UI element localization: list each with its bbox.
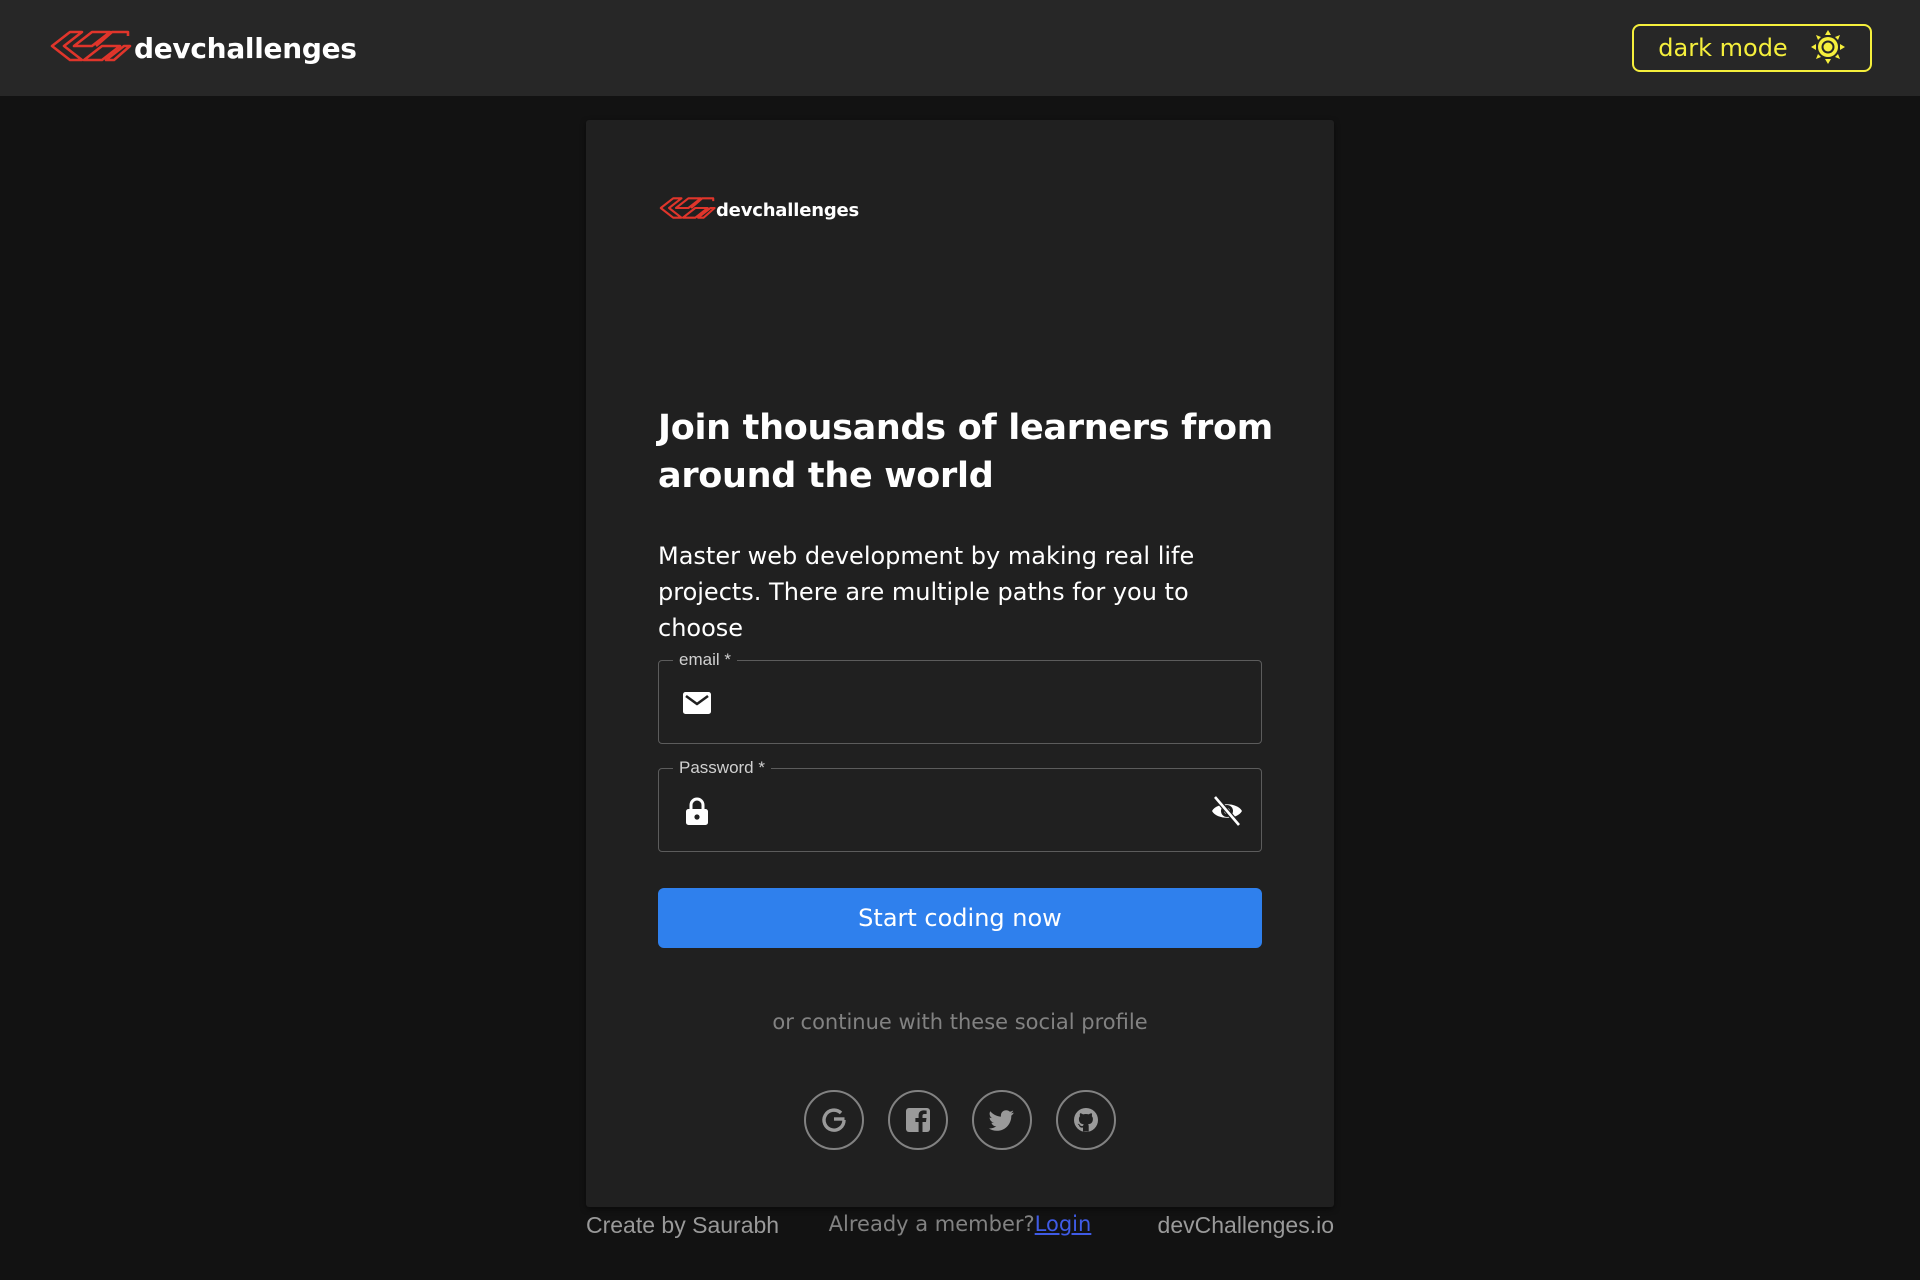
email-input[interactable] — [727, 681, 1187, 725]
social-login-group — [804, 1090, 1116, 1150]
social-caption: or continue with these social profile — [772, 1010, 1148, 1034]
start-coding-button[interactable]: Start coding now — [658, 888, 1262, 948]
dark-mode-label: dark mode — [1658, 34, 1788, 62]
page-subtext: Master web development by making real li… — [658, 542, 1195, 642]
footer-site-link[interactable]: devChallenges.io — [1020, 1212, 1334, 1239]
dark-mode-toggle-button[interactable]: dark mode — [1632, 24, 1872, 72]
devchallenges-logo-icon — [658, 190, 716, 230]
password-field[interactable]: Password * — [658, 758, 1262, 852]
github-icon[interactable] — [1056, 1090, 1116, 1150]
page-heading: Join thousands of learners from around t… — [658, 408, 1273, 496]
twitter-icon[interactable] — [972, 1090, 1032, 1150]
devchallenges-logo-icon — [48, 22, 132, 74]
lock-icon — [681, 795, 713, 827]
card-brand-name: devchallenges — [716, 199, 860, 221]
signup-card: devchallenges Join thousands of learners… — [586, 120, 1334, 1236]
eye-off-icon[interactable] — [1209, 793, 1245, 829]
email-field[interactable]: email * — [658, 650, 1262, 744]
password-field-label: Password * — [673, 758, 771, 778]
brand-logo[interactable]: devchallenges — [48, 24, 357, 72]
email-field-label: email * — [673, 650, 737, 670]
google-icon[interactable] — [804, 1090, 864, 1150]
card-brand-logo: devchallenges — [658, 190, 859, 230]
facebook-icon[interactable] — [888, 1090, 948, 1150]
footer-credit: Create by Saurabh — [586, 1212, 780, 1238]
mail-icon — [681, 687, 713, 719]
member-prompt: Already a member? — [828, 1212, 1035, 1236]
brand-name: devchallenges — [134, 31, 357, 65]
top-navbar: devchallenges dark mode — [0, 0, 1920, 96]
password-input[interactable] — [727, 789, 1187, 833]
sun-icon — [1788, 29, 1846, 68]
